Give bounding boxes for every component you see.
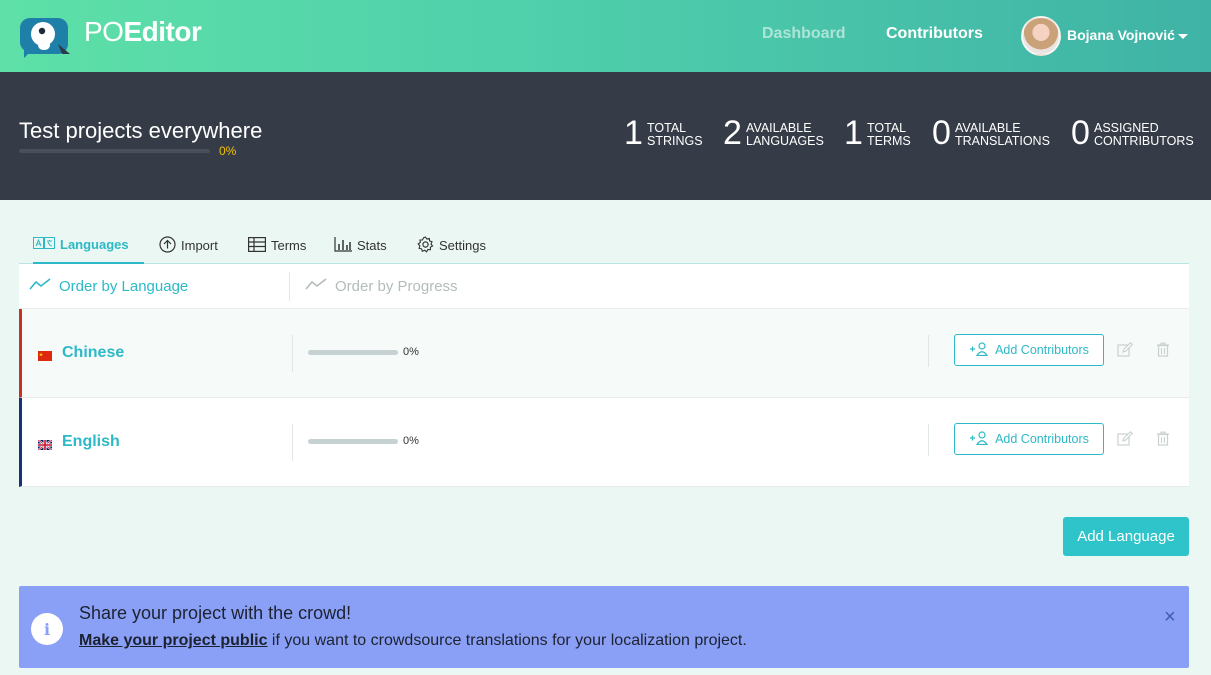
user-avatar[interactable]: [1021, 16, 1061, 56]
divider: [292, 335, 293, 372]
stat-number: 0: [932, 114, 951, 152]
stat-number: 2: [723, 114, 742, 152]
trash-icon[interactable]: [1156, 342, 1170, 362]
poeditor-logo-icon[interactable]: [18, 14, 72, 58]
info-icon: i: [31, 613, 63, 645]
stat-label: ASSIGNED CONTRIBUTORS: [1094, 121, 1194, 148]
language-row-english: English 0% Add Contributors: [19, 398, 1189, 487]
nav-dashboard-link[interactable]: Dashboard: [762, 25, 846, 43]
stat-total-strings: 1 TOTAL STRINGS: [624, 114, 704, 153]
divider: [292, 424, 293, 461]
trend-icon: [29, 277, 59, 295]
stat-assigned-contributors: 0 ASSIGNED CONTRIBUTORS: [1071, 114, 1196, 153]
trend-icon: [305, 277, 335, 295]
order-by-progress-label: Order by Progress: [335, 277, 458, 295]
language-name[interactable]: Chinese: [62, 344, 124, 362]
add-user-icon: [969, 341, 995, 359]
stat-available-languages: 2 AVAILABLE LANGUAGES: [723, 114, 828, 153]
banner-title: Share your project with the crowd!: [79, 603, 352, 623]
edit-icon[interactable]: [1117, 431, 1133, 452]
tab-import-label: Import: [181, 238, 218, 253]
top-navbar: POEditor Dashboard Contributors Bojana V…: [0, 0, 1211, 72]
project-tabs: Languages Import Terms Stats Settings: [19, 227, 1189, 264]
close-icon[interactable]: ×: [1164, 606, 1176, 629]
divider: [928, 335, 929, 367]
tab-terms[interactable]: Terms: [248, 227, 306, 264]
tab-languages-label: Languages: [60, 237, 129, 252]
order-by-progress-button[interactable]: Order by Progress: [305, 277, 458, 295]
languages-panel: Order by Language Order by Progress Chin…: [19, 264, 1189, 487]
language-progress-label: 0%: [403, 435, 419, 447]
table-icon: [248, 236, 271, 255]
share-project-banner: i Share your project with the crowd! Mak…: [19, 586, 1189, 668]
ordering-bar: Order by Language Order by Progress: [19, 264, 1189, 309]
project-progress-bar: [19, 149, 210, 153]
stat-number: 1: [844, 114, 863, 152]
stat-label: AVAILABLE TRANSLATIONS: [955, 121, 1050, 148]
stat-available-translations: 0 AVAILABLE TRANSLATIONS: [932, 114, 1057, 153]
stat-number: 0: [1071, 114, 1090, 152]
bar-chart-icon: [334, 236, 357, 255]
tab-terms-label: Terms: [271, 238, 307, 253]
stat-label: TOTAL TERMS: [867, 121, 911, 148]
project-header: Test projects everywhere 0% 1 TOTAL STRI…: [0, 72, 1211, 200]
order-by-language-button[interactable]: Order by Language: [29, 277, 188, 295]
add-language-button[interactable]: Add Language: [1063, 517, 1189, 556]
divider: [289, 272, 290, 301]
trash-icon[interactable]: [1156, 431, 1170, 451]
banner-description: if you want to crowdsource translations …: [267, 632, 747, 649]
order-by-language-label: Order by Language: [59, 277, 189, 295]
tab-settings-label: Settings: [439, 238, 486, 253]
tab-settings[interactable]: Settings: [417, 227, 486, 264]
nav-contributors-link[interactable]: Contributors: [886, 25, 983, 43]
brand-name-bold: Editor: [123, 16, 202, 47]
language-progress-bar: [308, 439, 398, 444]
language-progress-label: 0%: [403, 346, 419, 358]
divider: [928, 424, 929, 456]
banner-text: Make your project public if you want to …: [79, 632, 747, 650]
stat-total-terms: 1 TOTAL TERMS: [844, 114, 914, 153]
make-project-public-link[interactable]: Make your project public: [79, 632, 267, 649]
add-contributors-label: Add Contributors: [995, 432, 1089, 446]
uk-flag-icon: [37, 437, 53, 451]
brand-name-light: PO: [84, 16, 124, 47]
tab-stats[interactable]: Stats: [334, 227, 387, 264]
stat-label: TOTAL STRINGS: [647, 121, 703, 148]
language-progress-bar: [308, 350, 398, 355]
project-title: Test projects everywhere: [19, 118, 263, 143]
project-progress-label: 0%: [219, 144, 237, 158]
import-icon: [159, 235, 181, 256]
tab-languages[interactable]: Languages: [33, 227, 144, 264]
add-contributors-button[interactable]: Add Contributors: [954, 423, 1104, 455]
language-name[interactable]: English: [62, 433, 120, 451]
user-name[interactable]: Bojana Vojnović: [1067, 27, 1175, 43]
chevron-down-icon[interactable]: [1178, 34, 1188, 39]
brand-name[interactable]: POEditor: [84, 16, 202, 48]
languages-icon: [33, 237, 60, 252]
edit-icon[interactable]: [1117, 342, 1133, 363]
add-contributors-button[interactable]: Add Contributors: [954, 334, 1104, 366]
add-user-icon: [969, 430, 995, 448]
stat-label: AVAILABLE LANGUAGES: [746, 121, 824, 148]
add-contributors-label: Add Contributors: [995, 343, 1089, 357]
cn-flag-icon: [38, 348, 52, 361]
tab-stats-label: Stats: [357, 238, 387, 253]
gear-icon: [417, 235, 439, 256]
language-row-chinese: Chinese 0% Add Contributors: [19, 309, 1189, 398]
stat-number: 1: [624, 114, 643, 152]
tab-import[interactable]: Import: [159, 227, 218, 264]
